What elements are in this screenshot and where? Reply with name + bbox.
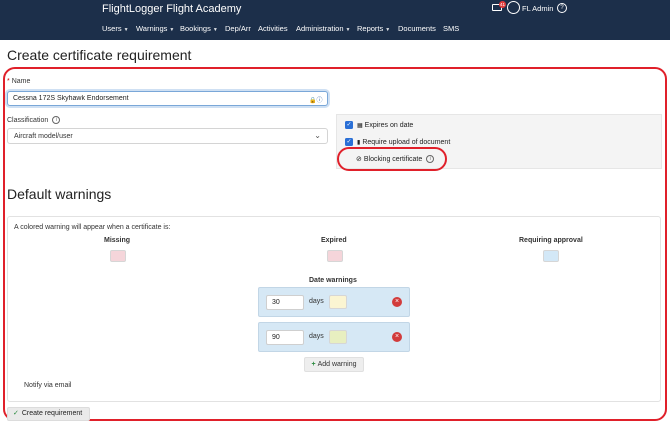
nav-reports[interactable]: Reports ▼ — [357, 24, 390, 33]
date-warning-row: 30 days × — [258, 287, 410, 317]
add-warning-button[interactable]: + Add warning — [304, 357, 364, 372]
nav-administration[interactable]: Administration ▼ — [296, 24, 350, 33]
missing-color-swatch[interactable] — [110, 250, 126, 262]
name-input[interactable] — [7, 91, 328, 106]
chevron-down-icon: ▼ — [212, 27, 218, 33]
days-input[interactable]: 30 — [266, 295, 304, 310]
nav-bookings-label: Bookings — [180, 24, 211, 33]
nav-users[interactable]: Users ▼ — [102, 24, 129, 33]
document-icon: ▮ — [357, 139, 361, 146]
nav-documents-label: Documents — [398, 24, 436, 33]
warnings-intro: A colored warning will appear when a cer… — [14, 224, 171, 231]
add-warning-label: Add warning — [317, 361, 357, 368]
nav-sms[interactable]: SMS — [443, 24, 459, 33]
info-icon[interactable]: i — [52, 116, 61, 124]
nav-documents[interactable]: Documents — [398, 24, 436, 33]
date-warnings-title: Date warnings — [309, 277, 357, 284]
required-marker: * — [7, 78, 10, 85]
chevron-down-icon: ▼ — [123, 27, 129, 33]
classification-value: Aircraft model/user — [14, 133, 73, 140]
nav-bookings[interactable]: Bookings ▼ — [180, 24, 218, 33]
chevron-down-icon: ▼ — [385, 27, 391, 33]
require-upload-label: Require upload of document — [362, 138, 451, 146]
remove-warning-icon[interactable]: × — [392, 332, 402, 342]
chevron-down-icon: ▼ — [169, 27, 175, 33]
user-menu[interactable]: FL Admin — [522, 4, 553, 13]
calendar-icon: ▦ — [357, 122, 363, 129]
mail-count-badge: 41 — [499, 1, 506, 8]
app-title[interactable]: FlightLogger Flight Academy — [102, 3, 241, 15]
main-nav: Users ▼ Warnings ▼ Bookings ▼ Dep/Arr Activ… — [0, 22, 670, 38]
requiring-approval-heading: Requiring approval — [519, 237, 583, 244]
block-icon: ⊘ — [356, 156, 362, 163]
date-warning-row: 90 days × — [258, 322, 410, 352]
classification-label: Classification i — [7, 116, 61, 124]
user-avatar-icon[interactable] — [507, 1, 520, 14]
name-label-text: Name — [11, 78, 31, 85]
days-input[interactable]: 90 — [266, 330, 304, 345]
page-title: Create certificate requirement — [7, 47, 192, 63]
plus-icon: + — [311, 361, 316, 368]
expired-color-swatch[interactable] — [327, 250, 343, 262]
expires-on-date-label: Expires on date — [364, 121, 414, 129]
nav-users-label: Users — [102, 24, 122, 33]
create-requirement-label: Create requirement — [21, 410, 83, 417]
info-icon[interactable]: i — [426, 155, 435, 163]
nav-warnings-label: Warnings — [136, 24, 168, 33]
require-upload-option[interactable]: ✓ ▮ Require upload of document — [345, 138, 450, 146]
missing-heading: Missing — [104, 237, 131, 244]
nav-dep-arr[interactable]: Dep/Arr — [225, 24, 251, 33]
nav-dep-arr-label: Dep/Arr — [225, 24, 251, 33]
top-navbar: FlightLogger Flight Academy 41 FL Admin … — [0, 0, 670, 40]
chevron-down-icon: ▼ — [345, 27, 351, 33]
classification-label-text: Classification — [7, 116, 49, 124]
nav-sms-label: SMS — [443, 24, 460, 33]
help-icon[interactable]: ? — [557, 3, 567, 13]
requiring-approval-color-swatch[interactable] — [543, 250, 559, 262]
days-label: days — [309, 298, 324, 305]
date-warning-color-swatch[interactable] — [329, 295, 347, 309]
chevron-down-icon: ⌄ — [314, 131, 321, 140]
blocking-certificate-label: Blocking certificate — [363, 155, 423, 163]
expires-on-date-option[interactable]: ✓ ▦ Expires on date — [345, 121, 413, 129]
create-requirement-button[interactable]: ✓ Create requirement — [7, 407, 90, 421]
check-icon: ✓ — [13, 410, 19, 417]
days-label: days — [309, 333, 324, 340]
checkbox-checked-icon[interactable]: ✓ — [345, 138, 353, 146]
nav-reports-label: Reports — [357, 24, 384, 33]
notify-via-email-option[interactable]: Notify via email — [24, 382, 71, 389]
classification-select[interactable]: Aircraft model/user ⌄ — [7, 128, 328, 144]
default-warnings-title: Default warnings — [7, 186, 112, 202]
checkbox-checked-icon[interactable]: ✓ — [345, 121, 353, 129]
remove-warning-icon[interactable]: × — [392, 297, 402, 307]
expired-heading: Expired — [321, 237, 347, 244]
nav-activities-label: Activities — [258, 24, 288, 33]
nav-warnings[interactable]: Warnings ▼ — [136, 24, 174, 33]
nav-administration-label: Administration — [296, 24, 344, 33]
nav-activities[interactable]: Activities — [258, 24, 288, 33]
date-warning-color-swatch[interactable] — [329, 330, 347, 344]
blocking-certificate-option[interactable]: ⊘ Blocking certificate i — [356, 155, 435, 163]
name-label: * Name — [7, 78, 30, 85]
input-assist-icons[interactable]: 🔒ⓘ — [309, 95, 322, 104]
